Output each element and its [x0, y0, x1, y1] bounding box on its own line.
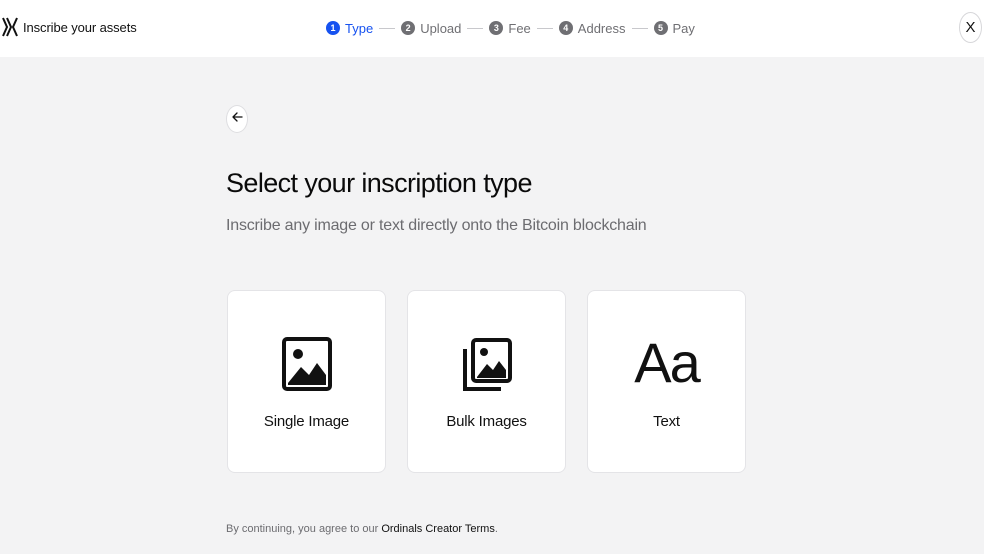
- stepper: 1 Type 2 Upload 3 Fee 4 Address 5 Pay: [326, 18, 695, 38]
- arrow-left-icon: [231, 110, 243, 128]
- step-fee: 3 Fee: [489, 20, 531, 36]
- step-address: 4 Address: [558, 20, 626, 36]
- step-label: Address: [577, 20, 626, 36]
- brand: Inscribe your assets: [2, 16, 137, 38]
- step-number: 2: [401, 21, 416, 35]
- heading: Select your inscription type: [226, 168, 532, 198]
- brand-logo-icon: [2, 17, 18, 37]
- option-text[interactable]: Aa Text: [587, 290, 746, 473]
- step-separator: [536, 27, 553, 29]
- step-upload: 2 Upload: [401, 21, 461, 36]
- step-separator: [379, 27, 396, 29]
- step-separator: [631, 27, 648, 29]
- option-label: Bulk Images: [446, 413, 527, 430]
- back-button[interactable]: [226, 105, 248, 133]
- step-pay: 5 Pay: [653, 20, 695, 36]
- step-separator: [467, 27, 484, 29]
- top-bar: Inscribe your assets 1 Type 2 Upload 3 F…: [0, 0, 984, 57]
- step-label: Type: [345, 20, 374, 36]
- terms-suffix: .: [494, 523, 498, 535]
- option-bulk-images[interactable]: Bulk Images: [407, 290, 566, 473]
- terms-prefix: By continuing, you agree to our: [226, 523, 382, 535]
- step-label: Pay: [672, 20, 695, 36]
- step-label: Fee: [508, 20, 531, 36]
- option-single-image[interactable]: Single Image: [227, 290, 386, 473]
- images-stack-icon: [461, 337, 513, 393]
- page-title: Inscribe your assets: [23, 19, 137, 35]
- step-type: 1 Type: [326, 21, 373, 36]
- step-number: 3: [489, 21, 504, 35]
- terms-notice: By continuing, you agree to our Ordinals…: [226, 523, 498, 535]
- step-number: 5: [653, 21, 668, 35]
- option-label: Single Image: [263, 413, 350, 430]
- step-number: 4: [558, 21, 573, 35]
- subheading: Inscribe any image or text directly onto…: [226, 217, 647, 234]
- option-label: Text: [653, 413, 680, 430]
- close-button[interactable]: X: [959, 12, 982, 43]
- text-aa-icon: Aa: [634, 331, 700, 394]
- step-number: 1: [326, 21, 340, 35]
- image-icon: [281, 337, 332, 391]
- terms-link[interactable]: Ordinals Creator Terms: [381, 523, 495, 535]
- step-label: Upload: [420, 20, 462, 36]
